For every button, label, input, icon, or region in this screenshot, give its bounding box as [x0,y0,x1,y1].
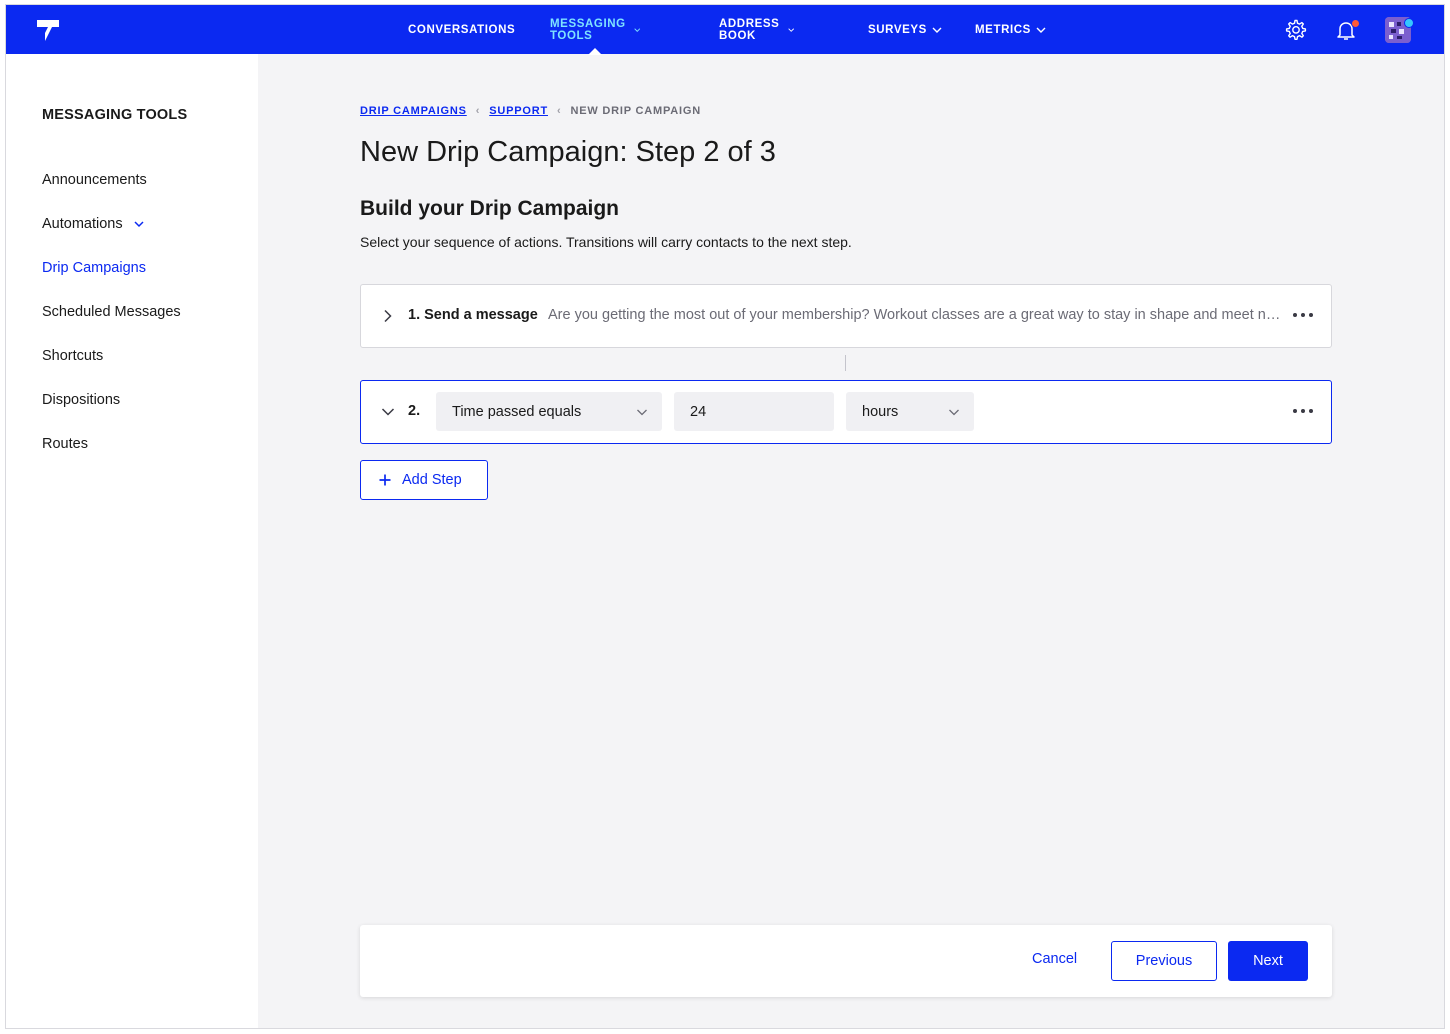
chevron-down-icon [637,409,647,416]
nav-messaging-tools-label: MESSAGING TOOLS [550,17,626,42]
nav-surveys-label: SURVEYS [868,23,927,36]
sidebar-item-announcements[interactable]: Announcements [42,158,181,202]
previous-button-label: Previous [1135,953,1193,969]
step-connector [845,355,846,371]
section-title: Build your Drip Campaign [360,197,620,220]
sidebar-item-scheduled-messages[interactable]: Scheduled Messages [42,290,181,334]
more-options-icon[interactable] [1293,308,1313,322]
step-title: 1. Send a message [408,307,538,323]
page-title: New Drip Campaign: Step 2 of 3 [360,136,776,168]
breadcrumb-support[interactable]: SUPPORT [489,105,548,117]
app-window: CONVERSATIONS MESSAGING TOOLS ADDRESS BO… [5,4,1445,1029]
add-step-button[interactable]: Add Step [360,460,488,500]
chevron-down-icon [932,27,942,33]
add-step-label: Add Step [402,472,462,488]
chevron-down-icon [949,409,959,416]
sidebar-item-label: Routes [42,436,88,452]
breadcrumb: DRIP CAMPAIGNS ‹ SUPPORT ‹ NEW DRIP CAMP… [360,105,701,117]
section-description: Select your sequence of actions. Transit… [360,234,852,250]
sidebar-title: MESSAGING TOOLS [42,107,188,123]
sidebar-item-label: Shortcuts [42,348,104,364]
more-options-icon[interactable] [1293,404,1313,418]
nav-metrics[interactable]: METRICS [975,5,1046,54]
nav-address-book[interactable]: ADDRESS BOOK [719,5,795,54]
gear-icon[interactable] [1284,18,1308,42]
sidebar-item-automations[interactable]: Automations [42,202,181,246]
notification-dot [1351,19,1360,28]
logo-icon[interactable] [35,17,61,43]
sidebar-item-label: Scheduled Messages [42,304,181,320]
plus-icon [379,474,391,486]
nav-address-book-label: ADDRESS BOOK [719,17,780,42]
chevron-down-icon [788,27,795,32]
time-value-input[interactable]: 24 [674,392,834,431]
sidebar-item-shortcuts[interactable]: Shortcuts [42,334,181,378]
chevron-right-icon[interactable] [381,309,395,323]
condition-select[interactable]: Time passed equals [436,392,662,431]
chevron-down-icon [1036,27,1046,33]
chevron-down-icon[interactable] [133,218,145,230]
time-unit-select[interactable]: hours [846,392,974,431]
nav-metrics-label: METRICS [975,23,1031,36]
sidebar-item-label: Automations [42,216,123,232]
sidebar-item-dispositions[interactable]: Dispositions [42,378,181,422]
chevron-down-icon [634,27,641,32]
next-button-label: Next [1253,953,1283,969]
top-nav: CONVERSATIONS MESSAGING TOOLS ADDRESS BO… [6,5,1444,55]
step-message-preview: Are you getting the most out of your mem… [548,307,1283,323]
breadcrumb-current: NEW DRIP CAMPAIGN [570,105,701,117]
sidebar-list: Announcements Automations Drip Campaigns… [42,158,181,466]
step-card-transition: 2. Time passed equals 24 hours [360,380,1332,444]
chevron-left-icon: ‹ [475,105,481,117]
sidebar-item-label: Announcements [42,172,147,188]
nav-messaging-tools[interactable]: MESSAGING TOOLS [550,5,641,55]
chevron-down-icon[interactable] [381,405,395,419]
sidebar-item-routes[interactable]: Routes [42,422,181,466]
sidebar-item-label: Drip Campaigns [42,260,146,276]
sidebar-item-drip-campaigns[interactable]: Drip Campaigns [42,246,181,290]
nav-surveys[interactable]: SURVEYS [868,5,942,54]
nav-conversations[interactable]: CONVERSATIONS [408,5,515,54]
time-value: 24 [690,403,707,420]
time-unit-value: hours [862,403,899,420]
footer-action-bar: Cancel Previous Next [360,925,1332,997]
active-nav-indicator [588,48,603,55]
cancel-button[interactable]: Cancel [1032,951,1077,967]
breadcrumb-drip-campaigns[interactable]: DRIP CAMPAIGNS [360,105,467,117]
nav-conversations-label: CONVERSATIONS [408,23,516,36]
previous-button[interactable]: Previous [1111,941,1217,981]
presence-dot [1404,18,1414,28]
sidebar-item-label: Dispositions [42,392,121,408]
step-card-send-message[interactable]: 1. Send a message Are you getting the mo… [360,284,1332,348]
next-button[interactable]: Next [1228,941,1308,981]
step-number: 2. [408,403,421,419]
sidebar: MESSAGING TOOLS Announcements Automation… [6,54,258,1028]
chevron-left-icon: ‹ [557,105,562,117]
condition-select-value: Time passed equals [452,403,582,420]
